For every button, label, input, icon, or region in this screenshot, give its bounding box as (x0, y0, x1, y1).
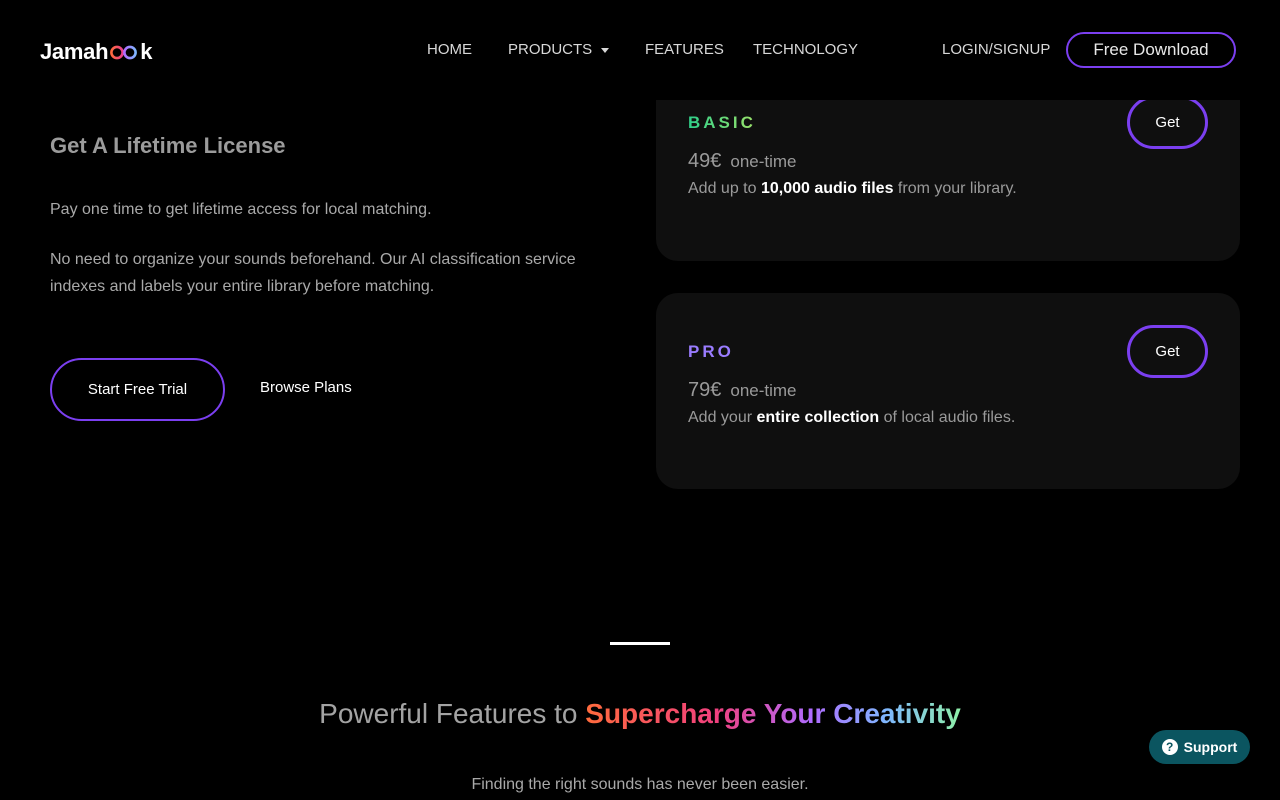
question-circle-icon: ? (1161, 739, 1178, 755)
price-term: one-time (730, 381, 797, 400)
features-heading-gradient: Supercharge Your Creativity (585, 698, 961, 729)
plan-name: PRO (688, 342, 734, 361)
features-heading-plain: Powerful Features to (319, 698, 586, 729)
price-value: 49€ (688, 150, 722, 172)
price-term: one-time (730, 152, 797, 171)
browse-plans-link[interactable]: Browse Plans (260, 379, 352, 399)
logo-text-suffix: k (140, 39, 153, 64)
section-divider (610, 642, 670, 645)
get-pro-button[interactable]: Get (1127, 325, 1208, 378)
login-signup-link[interactable]: LOGIN/SIGNUP (942, 40, 1050, 60)
license-paragraph-1: Pay one time to get lifetime access for … (50, 201, 432, 218)
plan-desc-after: of local audio files. (879, 409, 1016, 426)
license-paragraph-2: No need to organize your sounds beforeha… (50, 251, 576, 295)
nav-home[interactable]: HOME (427, 40, 472, 60)
nav-products[interactable]: PRODUCTS (508, 40, 610, 60)
logo-rings-icon (109, 44, 139, 60)
license-title: Get A Lifetime License (50, 133, 286, 158)
support-button[interactable]: ? Support (1149, 730, 1250, 764)
nav-features[interactable]: FEATURES (645, 40, 724, 60)
plan-description: Add your entire collection of local audi… (688, 409, 1015, 427)
plan-card-pro: PRO 79€ one-time Add your entire collect… (656, 293, 1240, 489)
plan-price: 49€ one-time (688, 150, 797, 173)
logo-text-prefix: Jamah (40, 39, 109, 64)
support-label: Support (1183, 739, 1238, 755)
nav-technology[interactable]: TECHNOLOGY (753, 40, 858, 60)
get-basic-button[interactable]: Get (1127, 96, 1208, 149)
plan-desc-highlight: 10,000 audio files (760, 180, 894, 197)
nav-products-label: PRODUCTS (508, 41, 593, 58)
start-free-trial-button[interactable]: Start Free Trial (50, 358, 225, 421)
features-subtitle: Finding the right sounds has never been … (471, 776, 809, 793)
plan-name: BASIC (688, 113, 756, 132)
plan-desc-after: from your library. (893, 180, 1017, 197)
plan-desc-before: Add up to (688, 180, 761, 197)
plan-desc-before: Add your (688, 409, 757, 426)
site-header: Jamah k HOME PRODUCTS FEATURES TECHNOLOG… (0, 0, 1280, 100)
plan-description: Add up to 10,000 audio files from your l… (688, 180, 1017, 198)
page: Jamah k HOME PRODUCTS FEATURES TECHNOLOG… (0, 0, 1280, 800)
plan-desc-highlight: entire collection (756, 409, 880, 426)
price-value: 79€ (688, 379, 722, 401)
caret-down-icon (601, 48, 610, 53)
logo[interactable]: Jamah k (40, 38, 152, 66)
features-heading: Powerful Features to Supercharge Your Cr… (0, 698, 1280, 730)
free-download-button[interactable]: Free Download (1066, 32, 1236, 68)
plan-price: 79€ one-time (688, 379, 797, 402)
